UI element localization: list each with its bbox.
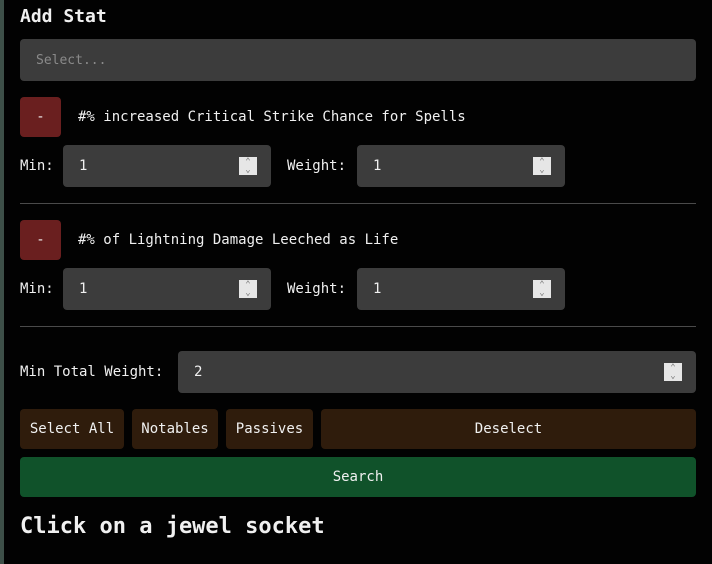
weight-label: Weight: (287, 281, 347, 297)
min-total-weight-value: 2 (194, 364, 203, 380)
stat-text: #% increased Critical Strike Chance for … (78, 109, 466, 125)
min-input[interactable]: 1 ⌃ ⌄ (63, 145, 271, 187)
select-all-button[interactable]: Select All (20, 409, 124, 449)
remove-stat-button[interactable]: - (20, 97, 61, 137)
remove-stat-button[interactable]: - (20, 220, 61, 260)
panel-border (0, 0, 4, 564)
weight-input[interactable]: 1 ⌃ ⌄ (357, 268, 565, 310)
spinner-icon[interactable]: ⌃ ⌄ (239, 280, 257, 298)
min-total-weight-label: Min Total Weight: (20, 364, 164, 380)
min-label: Min: (20, 158, 54, 174)
min-input[interactable]: 1 ⌃ ⌄ (63, 268, 271, 310)
min-label: Min: (20, 281, 54, 297)
min-value: 1 (79, 158, 88, 174)
min-value: 1 (79, 281, 88, 297)
search-button[interactable]: Search (20, 457, 696, 497)
stat-select[interactable]: Select... (20, 39, 696, 81)
stat-text: #% of Lightning Damage Leeched as Life (78, 232, 399, 248)
min-total-weight-input[interactable]: 2 ⌃ ⌄ (178, 351, 696, 393)
weight-value: 1 (373, 158, 382, 174)
jewel-socket-hint: Click on a jewel socket (20, 514, 325, 539)
weight-value: 1 (373, 281, 382, 297)
weight-label: Weight: (287, 158, 347, 174)
deselect-button[interactable]: Deselect (321, 409, 696, 449)
spinner-icon[interactable]: ⌃ ⌄ (239, 157, 257, 175)
add-stat-heading: Add Stat (20, 6, 107, 27)
notables-button[interactable]: Notables (132, 409, 218, 449)
weight-input[interactable]: 1 ⌃ ⌄ (357, 145, 565, 187)
spinner-icon[interactable]: ⌃ ⌄ (533, 280, 551, 298)
spinner-icon[interactable]: ⌃ ⌄ (664, 363, 682, 381)
spinner-icon[interactable]: ⌃ ⌄ (533, 157, 551, 175)
divider (20, 326, 696, 327)
passives-button[interactable]: Passives (226, 409, 313, 449)
divider (20, 203, 696, 204)
